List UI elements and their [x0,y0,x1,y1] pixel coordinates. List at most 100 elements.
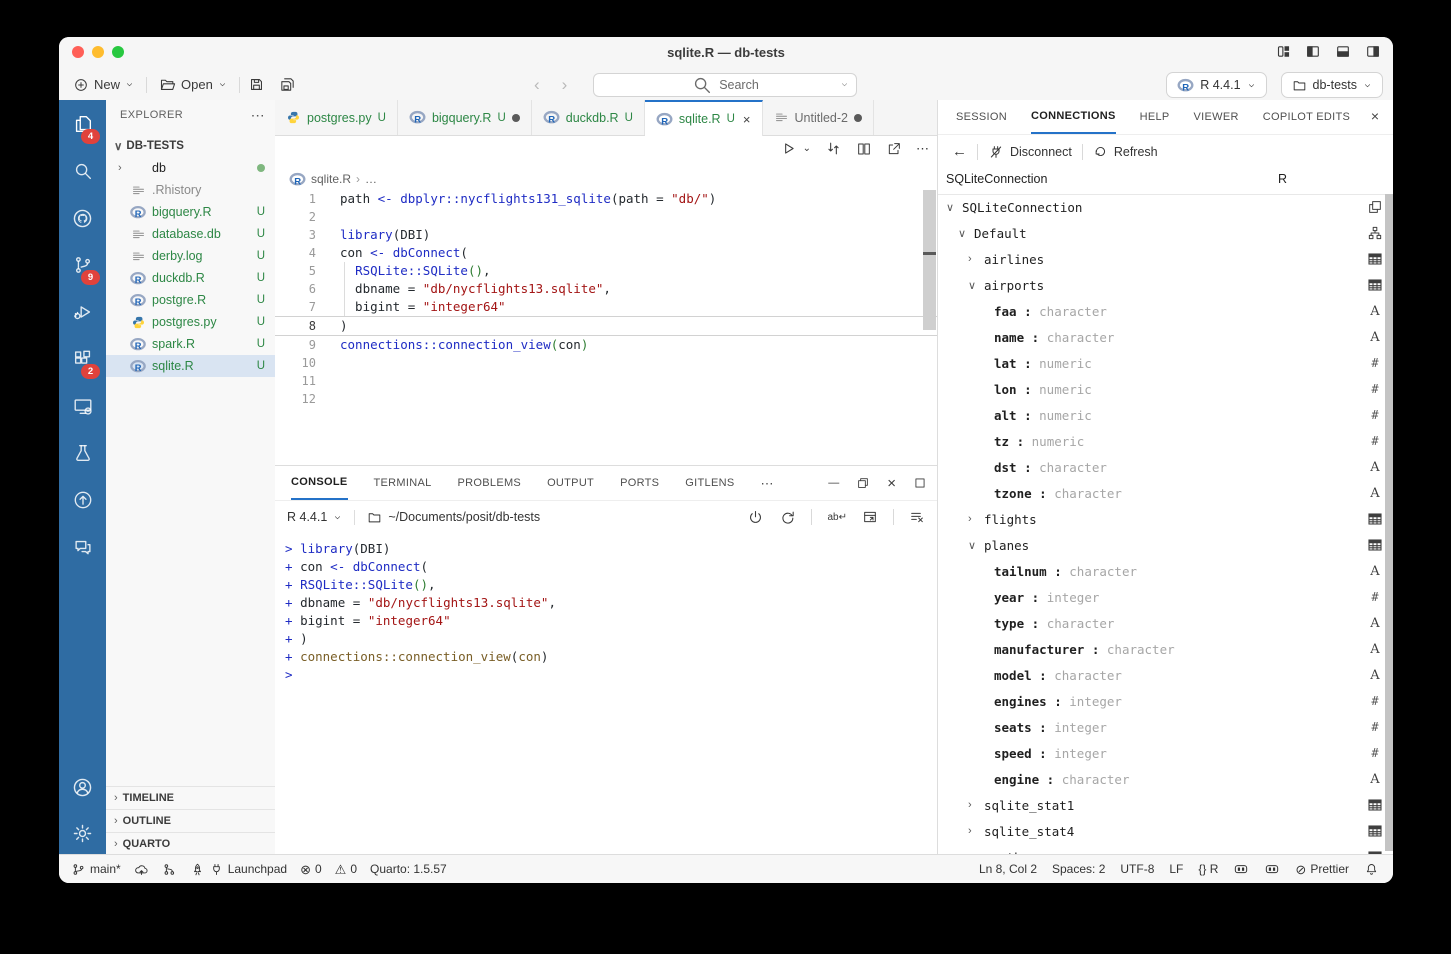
restore-panel-icon[interactable] [856,476,870,490]
editor-tab-bigquery-R[interactable]: Rbigquery.RU [398,100,532,135]
close-panel-icon[interactable]: × [887,476,896,491]
connection-field-type[interactable]: type : characterA [938,610,1393,636]
split-editor-icon[interactable] [856,141,872,157]
status-language-mode[interactable]: {} R [1198,862,1218,876]
secondary-tab-session[interactable]: SESSION [956,100,1007,134]
activity-item-publish[interactable] [59,480,106,520]
open-in-editor-icon[interactable] [862,509,878,525]
connection-node-default[interactable]: ∨Default [938,220,1393,246]
file-tree-item-.Rhistory[interactable]: .Rhistory [106,179,275,201]
connection-node-planes[interactable]: ∨planes [938,532,1393,558]
file-tree-item-bigquery.R[interactable]: Rbigquery.RU [106,201,275,223]
secondary-tab-connections[interactable]: CONNECTIONS [1031,100,1116,134]
explorer-root-folder[interactable]: ∨ DB-TESTS [106,135,275,157]
connection-node-airports[interactable]: ∨airports [938,272,1393,298]
status-errors[interactable]: ⊗0 [300,862,322,876]
connection-field-seats[interactable]: seats : integer# [938,714,1393,740]
connection-node-sqlite-stat4[interactable]: ›sqlite_stat4 [938,818,1393,844]
activity-item-remote-explorer[interactable] [59,386,106,426]
console-working-directory[interactable]: ~/Documents/posit/db-tests [354,510,540,525]
panel-tab-output[interactable]: OUTPUT [547,466,594,500]
code-editor[interactable]: 1path <- dbplyr::nycflights131_sqlite(pa… [275,188,937,465]
panel-tabs-overflow-icon[interactable]: ⋯ [760,466,773,500]
close-panel-icon[interactable]: × [1371,108,1379,124]
secondary-tab-copilot-edits[interactable]: COPILOT EDITS [1263,100,1350,134]
file-tree-item-sqlite.R[interactable]: Rsqlite.RU [106,355,275,377]
search-input[interactable]: Search [593,73,857,97]
connection-field-tailnum[interactable]: tailnum : characterA [938,558,1393,584]
connection-field-dst[interactable]: dst : characterA [938,454,1393,480]
breadcrumb[interactable]: R sqlite.R › … [289,170,377,188]
history-forward-button[interactable]: › [562,75,568,95]
workspace-selector[interactable]: db-tests [1281,72,1383,98]
status-launchpad[interactable]: Launchpad [190,862,287,877]
connection-field-lon[interactable]: lon : numeric# [938,376,1393,402]
status-publish-changes[interactable] [134,862,149,877]
sidebar-section-quarto[interactable]: ›QUARTO [106,832,275,855]
sidebar-section-outline[interactable]: ›OUTLINE [106,809,275,832]
file-tree-item-duckdb.R[interactable]: Rduckdb.RU [106,267,275,289]
panel-tab-gitlens[interactable]: GITLENS [685,466,734,500]
status-copilot-b[interactable] [1264,861,1280,877]
new-button[interactable]: New [69,74,138,96]
file-tree-item-db[interactable]: ›db [106,157,275,179]
status-git-graph[interactable] [162,862,177,877]
secondary-tab-viewer[interactable]: VIEWER [1194,100,1239,134]
connection-field-tzone[interactable]: tzone : characterA [938,480,1393,506]
status-warnings[interactable]: ⚠0 [335,862,357,876]
editor-tab-duckdb-R[interactable]: Rduckdb.RU [532,100,645,135]
panel-tab-console[interactable]: CONSOLE [291,466,348,500]
activity-item-explorer[interactable]: 4 [59,104,106,144]
shutdown-session-icon[interactable] [747,509,764,526]
console-runtime-selector[interactable]: R 4.4.1 [287,510,342,524]
compare-changes-icon[interactable] [825,140,842,157]
activity-item-settings[interactable] [59,813,106,853]
connections-scrollbar[interactable] [1385,194,1393,851]
clear-console-icon[interactable] [909,509,925,525]
history-back-button[interactable]: ‹ [534,75,540,95]
panel-tab-problems[interactable]: PROBLEMS [458,466,522,500]
connection-field-lat[interactable]: lat : numeric# [938,350,1393,376]
save-icon[interactable] [248,76,265,93]
status-cursor-position[interactable]: Ln 8, Col 2 [979,862,1037,876]
connection-field-engines[interactable]: engines : integer# [938,688,1393,714]
file-tree-item-postgre.R[interactable]: Rpostgre.RU [106,289,275,311]
status-encoding[interactable]: UTF-8 [1120,862,1154,876]
panel-tab-ports[interactable]: PORTS [620,466,659,500]
connection-field-manufacturer[interactable]: manufacturer : characterA [938,636,1393,662]
customize-layout-icon[interactable] [1276,44,1291,59]
back-arrow-icon[interactable]: ← [952,143,967,160]
activity-item-github[interactable] [59,198,106,238]
refresh-button[interactable]: Refresh [1093,144,1158,159]
run-file-button[interactable] [780,140,797,157]
editor-tab-Untitled-2[interactable]: Untitled-2 [763,100,875,135]
file-tree-item-postgres.py[interactable]: postgres.pyU [106,311,275,333]
connection-node-airlines[interactable]: ›airlines [938,246,1393,272]
activity-item-chat[interactable] [59,527,106,567]
save-all-icon[interactable] [279,76,296,93]
explorer-more-actions[interactable]: ⋯ [251,107,265,124]
close-tab-icon[interactable]: × [743,112,751,127]
connection-field-engine[interactable]: engine : characterA [938,766,1393,792]
disconnect-button[interactable]: Disconnect [988,144,1072,160]
more-actions-icon[interactable]: ⋯ [916,142,929,155]
activity-item-account[interactable] [59,767,106,807]
open-button[interactable]: Open [155,73,231,96]
connection-field-name[interactable]: name : characterA [938,324,1393,350]
toggle-right-panel-icon[interactable] [1365,44,1381,59]
connection-field-tz[interactable]: tz : numeric# [938,428,1393,454]
panel-tab-terminal[interactable]: TERMINAL [374,466,432,500]
status-prettier[interactable]: ⊘Prettier [1295,862,1349,876]
activity-item-search[interactable] [59,151,106,191]
status-eol[interactable]: LF [1169,862,1183,876]
sidebar-section-timeline[interactable]: ›TIMELINE [106,786,275,809]
connection-header-row[interactable]: SQLiteConnection R [938,167,1393,195]
file-tree-item-database.db[interactable]: database.dbU [106,223,275,245]
open-in-window-icon[interactable] [886,141,902,157]
editor-scrollbar[interactable] [923,190,936,330]
connection-field-year[interactable]: year : integer# [938,584,1393,610]
interpreter-selector[interactable]: R R 4.4.1 [1166,72,1266,98]
connection-field-faa[interactable]: faa : characterA [938,298,1393,324]
maximize-panel-icon[interactable] [913,476,927,490]
chevron-down-icon[interactable]: ⌄ [803,144,811,154]
